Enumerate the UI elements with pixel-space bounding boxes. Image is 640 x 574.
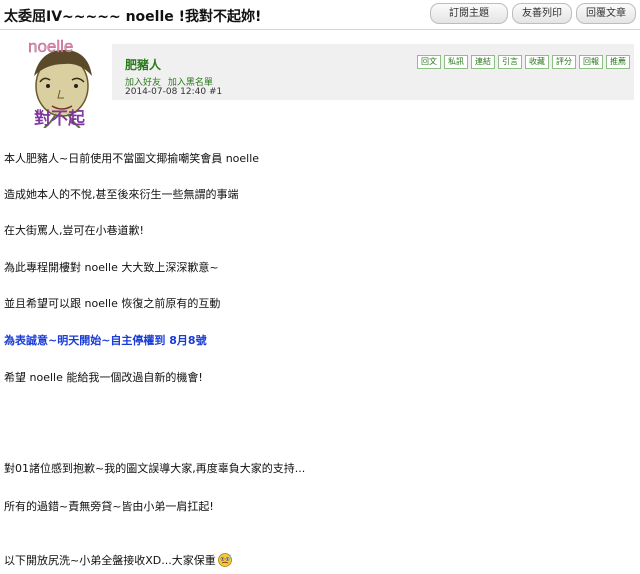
quote-button[interactable]: 引言	[498, 55, 522, 69]
avatar-label-top: noelle	[28, 37, 73, 56]
post-line: 希望 noelle 能給我一個改過自新的機會!	[4, 371, 203, 384]
link-button[interactable]: 連結	[471, 55, 495, 69]
recommend-button[interactable]: 推薦	[606, 55, 630, 69]
reply-button[interactable]: 回覆文章	[576, 3, 636, 24]
post-line: 對01諸位感到抱歉~我的圖文誤導大家,再度辜負大家的支持...	[4, 462, 306, 475]
post-line: 並且希望可以跟 noelle 恢復之前原有的互動	[4, 297, 221, 310]
post-line: 在大街罵人,豈可在小巷道歉!	[4, 224, 144, 237]
floor-number: #1	[208, 87, 223, 97]
reply-post-button[interactable]: 回文	[417, 55, 441, 69]
rate-button[interactable]: 評分	[552, 55, 576, 69]
avatar[interactable]: noelle 對不起	[20, 36, 110, 129]
private-message-button[interactable]: 私訊	[444, 55, 468, 69]
header-divider	[0, 29, 640, 30]
post-header: 肥豬人 加入好友 加入黑名單 2014-07-08 12:40 #1 回文 私訊…	[112, 44, 634, 100]
avatar-label-bottom: 對不起	[34, 109, 85, 128]
post-line: 造成她本人的不悅,甚至後來衍生一些無謂的事端	[4, 188, 239, 201]
post-line-last: 以下開放尻洗~小弟全盤接收XD...大家保重	[4, 552, 233, 568]
print-button[interactable]: 友善列印	[512, 3, 572, 24]
author-name[interactable]: 肥豬人	[125, 56, 161, 73]
subscribe-button[interactable]: 訂閱主題	[430, 3, 508, 24]
post-timestamp: 2014-07-08 12:40 #1	[125, 87, 222, 97]
post-line: 為此專程開樓對 noelle 大大致上深深歉意~	[4, 261, 219, 274]
report-button[interactable]: 回報	[579, 55, 603, 69]
avatar-drawing: noelle 對不起	[28, 37, 92, 129]
thread-toolbar: 訂閱主題 友善列印 回覆文章	[430, 3, 636, 24]
bookmark-button[interactable]: 收藏	[525, 55, 549, 69]
post-line-text: 以下開放尻洗~小弟全盤接收XD...大家保重	[4, 554, 216, 567]
post-actions: 回文 私訊 連結 引言 收藏 評分 回報 推薦	[417, 55, 630, 69]
post-line-highlight: 為表誠意~明天開始~自主停權到 8月8號	[4, 334, 207, 347]
post-line: 本人肥豬人~日前使用不當圖文揶揄嘲笑會員 noelle	[4, 152, 260, 165]
sweat-emoji-icon	[217, 553, 232, 567]
post-line: 所有的過錯~責無旁貸~皆由小弟一肩扛起!	[4, 500, 214, 513]
thread-title: 太委屈IV~~~~~ noelle !我對不起妳!	[4, 9, 262, 25]
timestamp: 2014-07-08 12:40	[125, 87, 207, 97]
thread-topbar: 太委屈IV~~~~~ noelle !我對不起妳! 訂閱主題 友善列印 回覆文章	[0, 0, 640, 26]
